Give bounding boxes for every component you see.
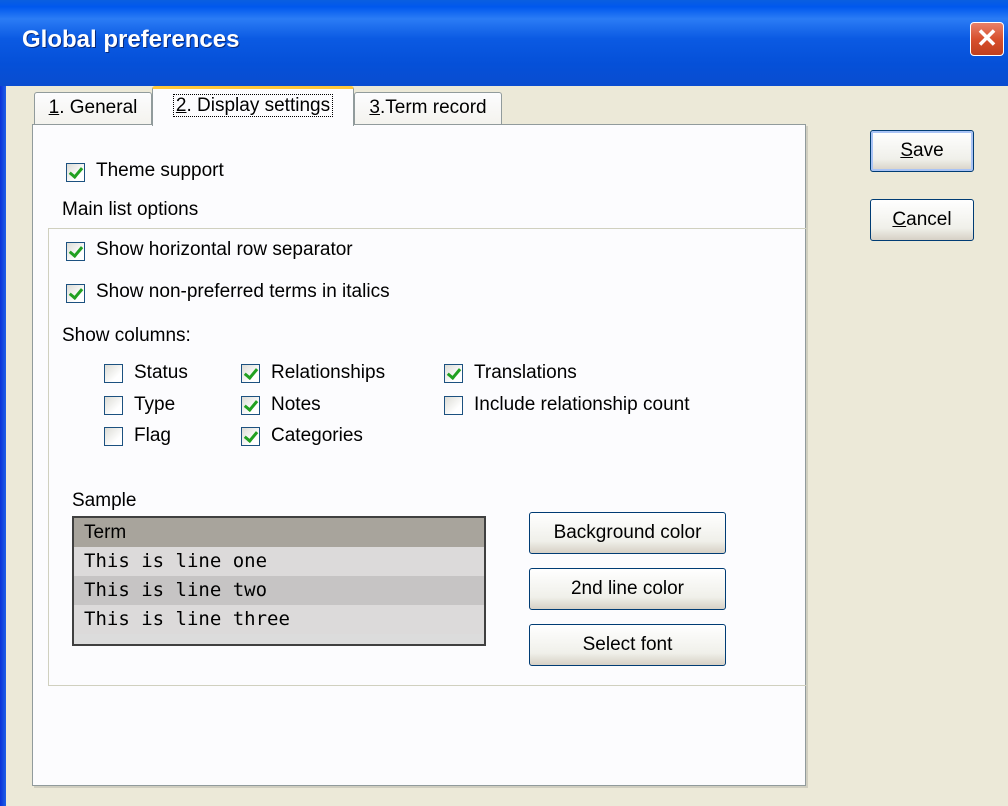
tab-term-record[interactable]: 3.Term record: [354, 92, 502, 124]
translations-column-label[interactable]: Translations: [474, 362, 577, 384]
cancel-button[interactable]: Cancel: [870, 199, 974, 241]
window-title: Global preferences: [22, 26, 240, 53]
categories-column-checkbox[interactable]: [241, 427, 260, 446]
translations-column-checkbox[interactable]: [444, 364, 463, 383]
close-button[interactable]: ✕: [970, 22, 1004, 56]
close-icon: ✕: [976, 23, 998, 53]
tab-general-label: . General: [59, 97, 138, 118]
status-column-checkbox[interactable]: [104, 364, 123, 383]
cancel-mnemonic: C: [892, 209, 907, 230]
type-column-label[interactable]: Type: [134, 394, 175, 416]
relationship-count-label[interactable]: Include relationship count: [474, 394, 689, 416]
tab-display-focus: 2. Display settings: [172, 94, 334, 117]
background-color-button[interactable]: Background color: [529, 512, 726, 554]
theme-support-checkbox[interactable]: [66, 163, 85, 182]
relationship-count-checkbox[interactable]: [444, 396, 463, 415]
flag-column-checkbox[interactable]: [104, 427, 123, 446]
flag-column-label[interactable]: Flag: [134, 425, 171, 447]
tab-term-label: .Term record: [379, 97, 487, 118]
sample-row: This is line two: [74, 576, 484, 605]
row-separator-checkbox[interactable]: [66, 242, 85, 261]
theme-support-label[interactable]: Theme support: [96, 160, 224, 182]
relationships-column-label[interactable]: Relationships: [271, 362, 385, 384]
tab-general[interactable]: 1. General: [34, 92, 152, 124]
categories-column-label[interactable]: Categories: [271, 425, 363, 447]
italics-checkbox[interactable]: [66, 284, 85, 303]
status-column-label[interactable]: Status: [134, 362, 188, 384]
relationships-column-checkbox[interactable]: [241, 364, 260, 383]
select-font-button[interactable]: Select font: [529, 624, 726, 666]
tab-term-mnemonic: 3: [369, 97, 380, 118]
tab-general-mnemonic: 1: [48, 97, 60, 118]
sample-label: Sample: [72, 490, 137, 511]
cancel-label: ancel: [906, 209, 952, 230]
second-line-color-button[interactable]: 2nd line color: [529, 568, 726, 610]
title-bar[interactable]: Global preferences ✕: [0, 0, 1008, 86]
tab-display-settings[interactable]: 2. Display settings: [152, 86, 354, 126]
tab-display-mnemonic: 2: [175, 95, 187, 116]
notes-column-label[interactable]: Notes: [271, 394, 321, 416]
save-label: ave: [913, 140, 944, 161]
main-list-options-label: Main list options: [62, 199, 199, 220]
notes-column-checkbox[interactable]: [241, 396, 260, 415]
sample-row: Term: [74, 518, 484, 547]
type-column-checkbox[interactable]: [104, 396, 123, 415]
tab-display-label: . Display settings: [186, 95, 331, 116]
italics-label[interactable]: Show non-preferred terms in italics: [96, 281, 390, 303]
row-separator-label[interactable]: Show horizontal row separator: [96, 239, 353, 261]
sample-row: This is line three: [74, 605, 484, 634]
save-mnemonic: S: [900, 140, 914, 161]
window-frame-left: [0, 86, 6, 806]
sample-row: This is line one: [74, 547, 484, 576]
show-columns-label: Show columns:: [62, 325, 191, 346]
sample-list: Term This is line one This is line two T…: [72, 516, 486, 646]
save-button[interactable]: Save: [870, 130, 974, 172]
